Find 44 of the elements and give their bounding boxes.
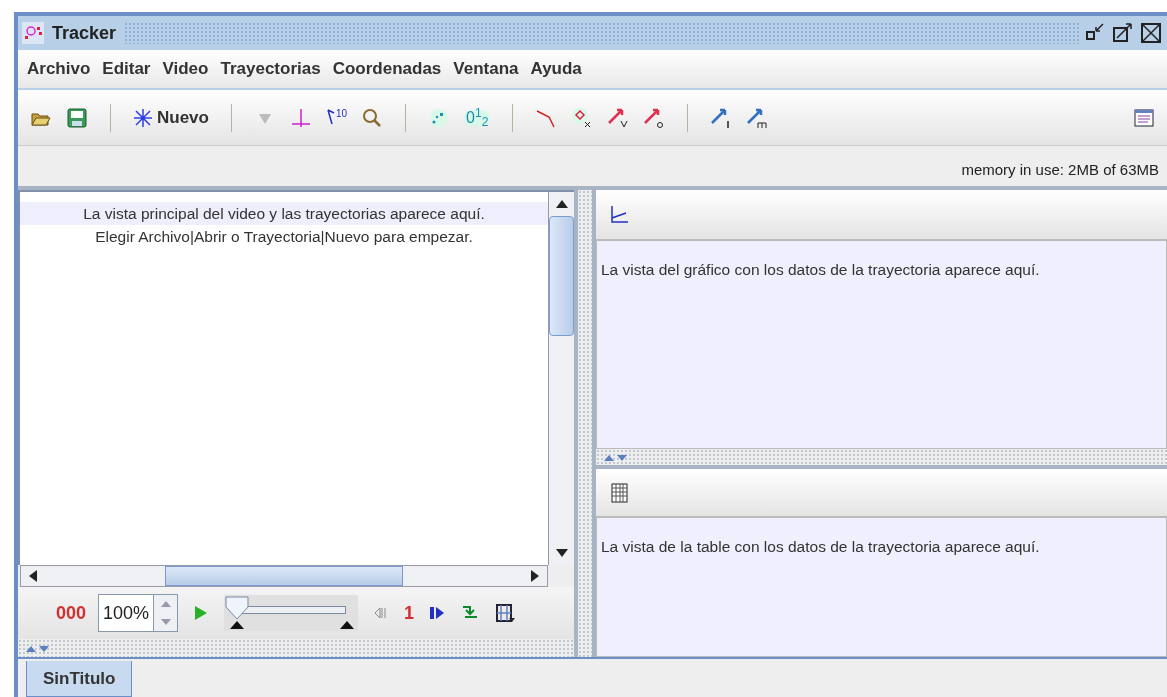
menu-item[interactable]: Ayuda [525,56,587,82]
document-tab[interactable]: SinTitulo [26,661,133,697]
memory-status: memory in use: 2MB of 63MB [961,159,1159,180]
video-message: Elegir Archivo|Abrir o Trayectoria|Nuevo para empezar. [95,227,473,248]
menu-item[interactable]: Editar [97,56,156,82]
menu-item[interactable]: Coordenadas [327,56,447,82]
frame-slider[interactable] [224,595,359,631]
end-marker-icon[interactable] [340,621,355,629]
scroll-down-icon[interactable] [555,549,568,557]
maximize-icon[interactable] [1111,22,1135,44]
close-icon[interactable] [1139,22,1163,44]
menu-item[interactable]: Video [157,56,214,82]
slider-thumb[interactable] [224,595,251,629]
frame-counter: 000 [56,601,87,625]
graph-message: La vista del gráfico con los datos de la trayectoria aparece aquí. [601,261,1040,278]
velocity-arrow-icon[interactable] [607,106,630,129]
film-icon[interactable] [494,602,517,624]
calibration-tool[interactable]: 10 [325,108,348,127]
axes-icon[interactable] [289,106,312,129]
new-button[interactable]: Nuevo [133,104,209,131]
video-message: La vista principal del video y las trayectorias aparece aquí. [20,202,548,226]
app-logo-icon [22,22,44,44]
graph-axes-icon[interactable] [608,203,630,226]
scroll-right-icon[interactable] [531,570,539,582]
scroll-left-icon[interactable] [29,570,37,582]
points-icon[interactable] [428,106,451,129]
menu-item[interactable]: Trayectorias [215,56,326,82]
menu-item[interactable]: Archivo [22,56,96,82]
step-size: 1 [404,601,415,625]
save-icon[interactable] [66,106,88,129]
collapse-arrows-icon[interactable] [26,644,50,652]
table-message: La vista de la table con los datos de la trayectoria aparece aquí. [601,538,1040,555]
menu-item[interactable]: Ventana [448,56,524,82]
zoom-spinner[interactable]: 100% [98,594,179,632]
window-title: Tracker [51,21,118,45]
scroll-up-icon[interactable] [555,200,568,208]
collapse-arrows-icon[interactable] [604,453,628,461]
star-icon [133,107,153,128]
acceleration-arrow-icon[interactable] [643,106,666,129]
vertical-scrollbar[interactable] [548,192,574,565]
table-icon[interactable] [608,481,630,504]
horizontal-scrollbar[interactable] [20,565,548,587]
notes-icon[interactable] [1133,106,1155,129]
arrow-icon [325,108,336,127]
